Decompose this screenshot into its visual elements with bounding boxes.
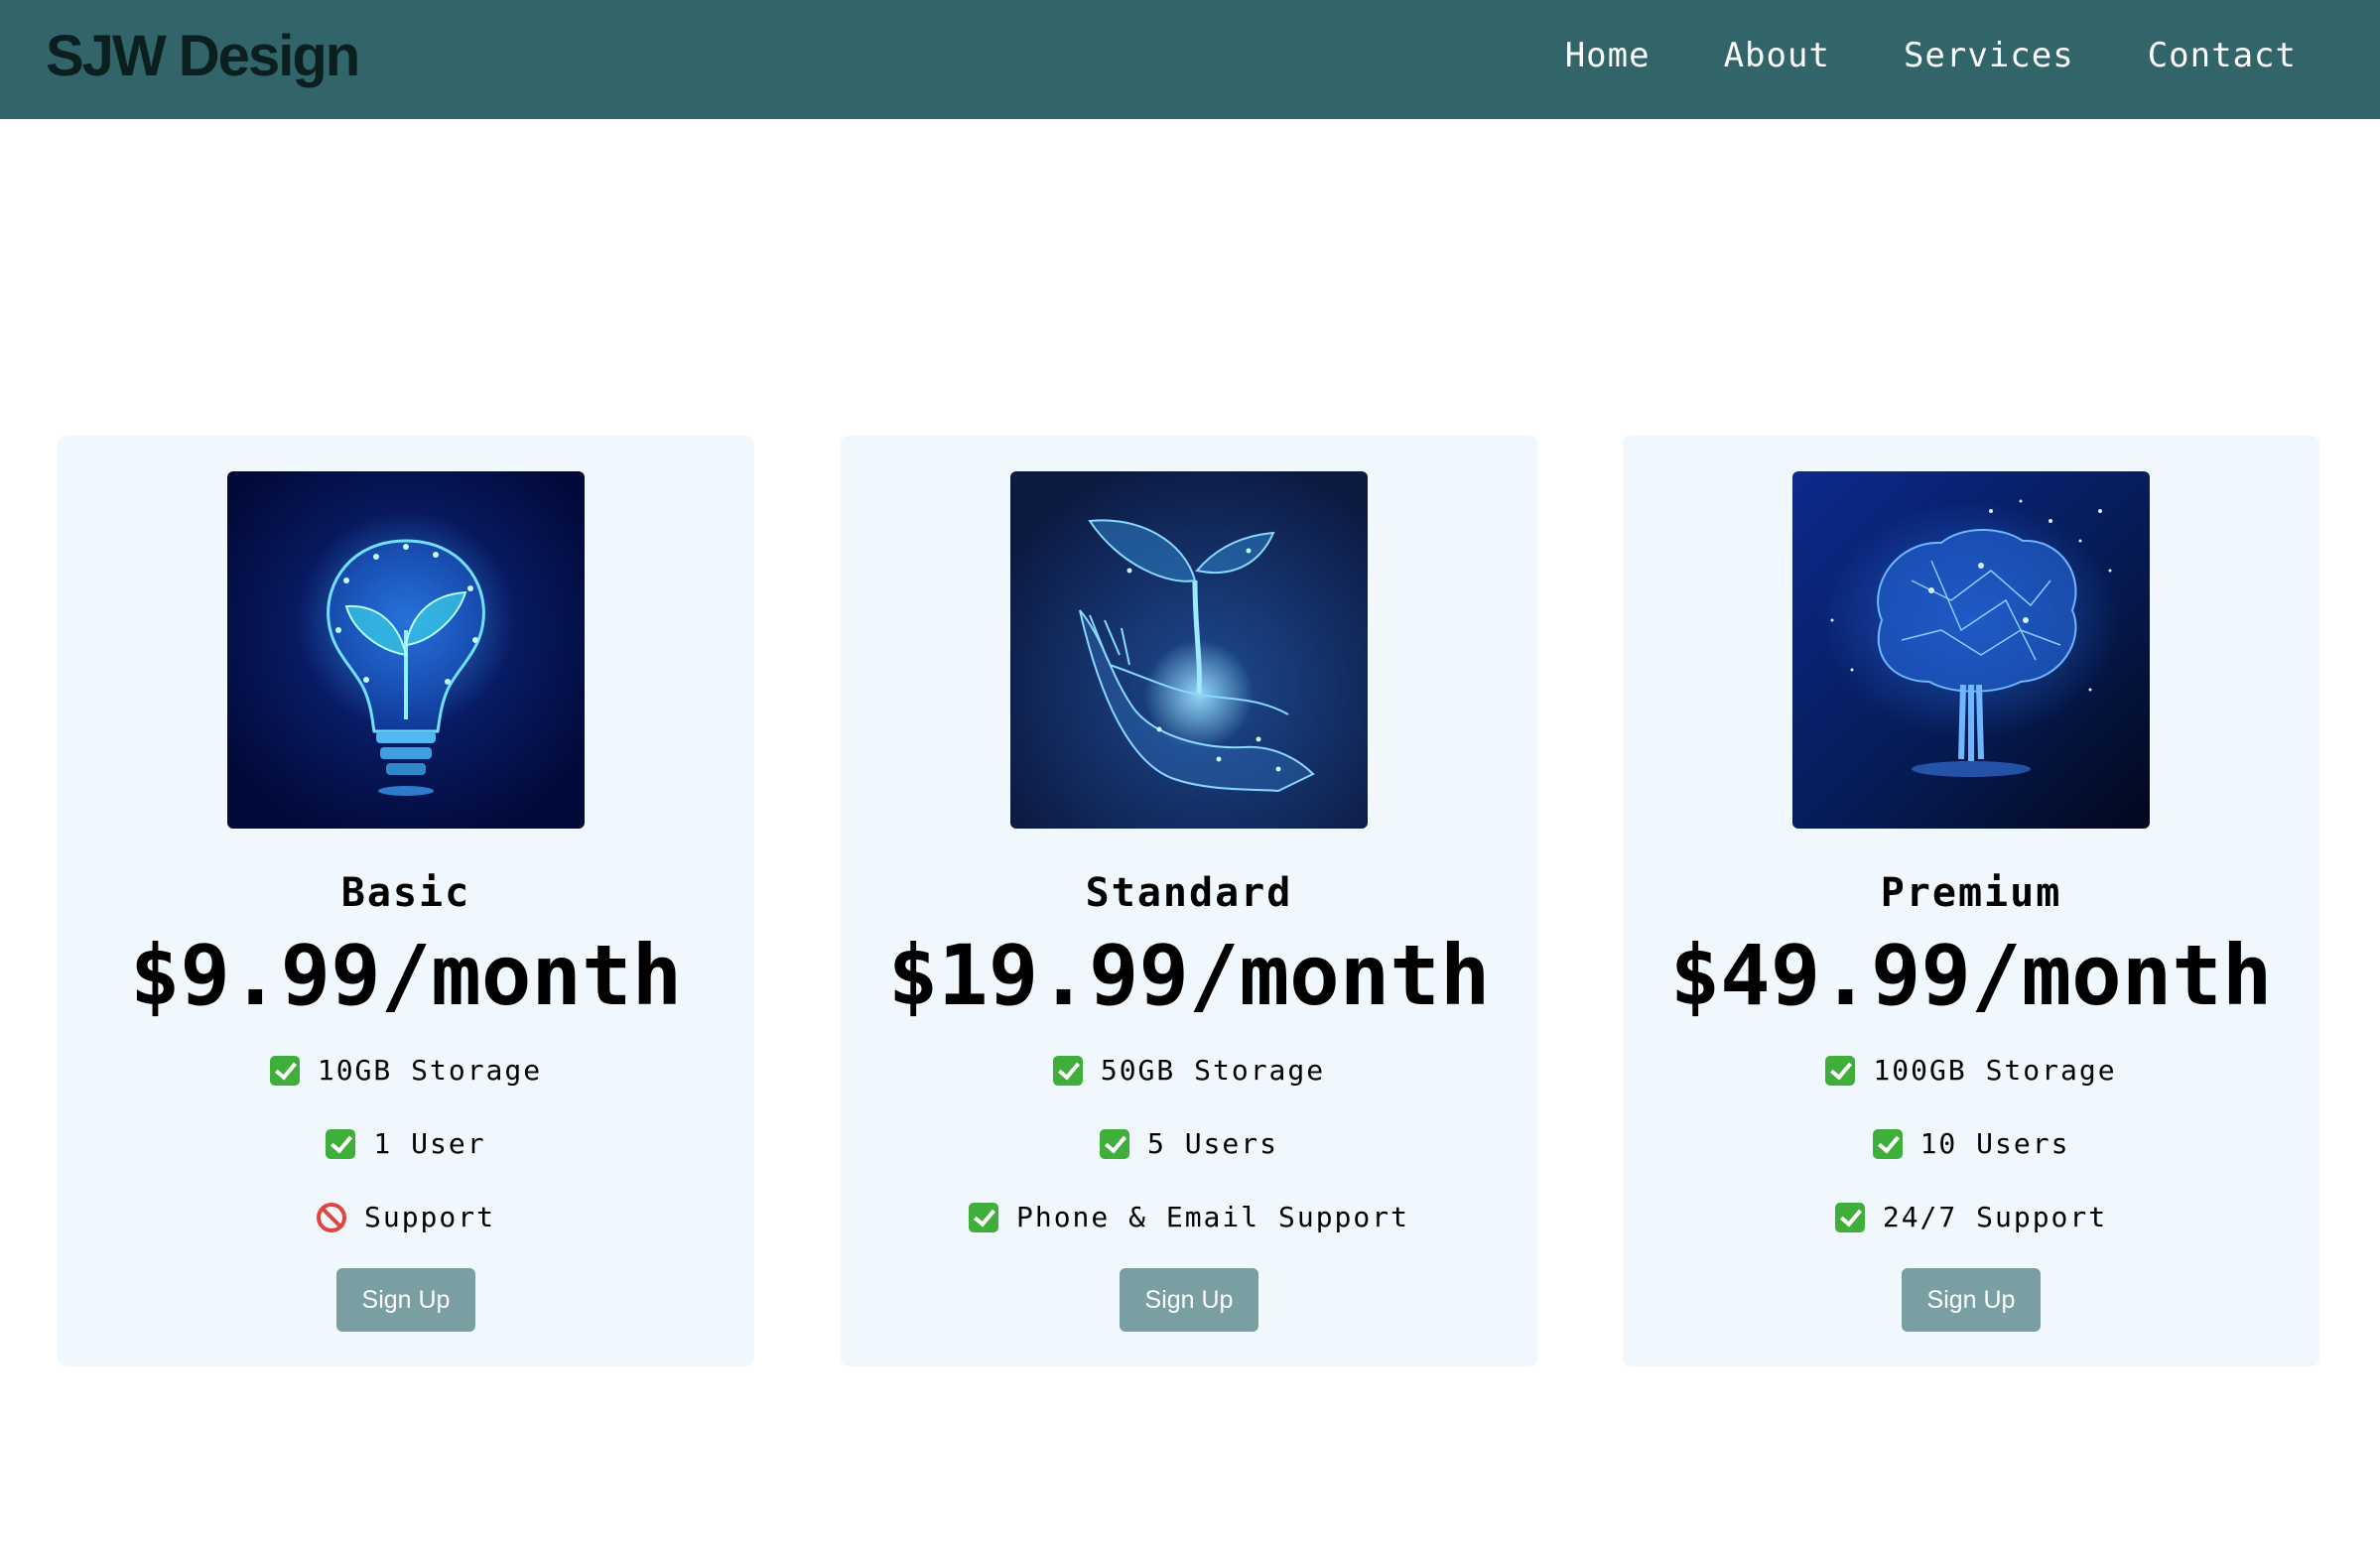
feature-item: Support xyxy=(58,1196,754,1269)
feature-text: 24/7 Support xyxy=(1882,1201,2108,1233)
feature-item: 50GB Storage xyxy=(841,1049,1537,1122)
pricing-card-premium: Premium $49.99/month 100GB Storage 10 Us… xyxy=(1623,436,2319,1366)
check-mark-icon xyxy=(1825,1056,1856,1086)
nav-link-services[interactable]: Services xyxy=(1904,34,2074,77)
signup-button-basic[interactable]: Sign Up xyxy=(336,1268,475,1332)
check-mark-icon xyxy=(1052,1056,1083,1086)
top-navbar: SJW Design Home About Services Contact xyxy=(0,0,2380,119)
plan-image-standard xyxy=(1010,471,1368,829)
feature-item: 10GB Storage xyxy=(58,1049,754,1122)
plan-price: $19.99/month xyxy=(887,927,1491,1024)
signup-button-premium[interactable]: Sign Up xyxy=(1902,1268,2041,1332)
brand-logo[interactable]: SJW Design xyxy=(46,22,360,91)
plan-name: Premium xyxy=(1880,870,2062,916)
feature-item: 100GB Storage xyxy=(1623,1049,2319,1122)
feature-text: Phone & Email Support xyxy=(1015,1201,1409,1233)
pricing-card-standard: Standard $19.99/month 50GB Storage 5 Use… xyxy=(841,436,1537,1366)
main-nav: Home About Services Contact xyxy=(1565,34,2297,77)
check-mark-icon xyxy=(1872,1129,1903,1159)
feature-item: 24/7 Support xyxy=(1623,1196,2319,1269)
feature-text: 10GB Storage xyxy=(317,1054,543,1087)
feature-list: 10GB Storage 1 User Support xyxy=(58,1049,754,1269)
feature-text: 10 Users xyxy=(1919,1127,2070,1160)
lightbulb-sprout-icon xyxy=(227,471,585,829)
plan-image-basic xyxy=(227,471,585,829)
plan-name: Basic xyxy=(340,870,471,916)
nav-link-home[interactable]: Home xyxy=(1565,34,1651,77)
feature-item: 1 User xyxy=(58,1122,754,1196)
feature-list: 50GB Storage 5 Users Phone & Email Suppo… xyxy=(841,1049,1537,1269)
pricing-card-basic: Basic $9.99/month 10GB Storage 1 User Su… xyxy=(58,436,754,1366)
plan-price: $49.99/month xyxy=(1669,927,2273,1024)
check-mark-icon xyxy=(1099,1129,1129,1159)
prohibited-icon xyxy=(316,1203,346,1232)
plan-image-premium xyxy=(1792,471,2150,829)
plan-price: $9.99/month xyxy=(129,927,683,1024)
feature-item: 5 Users xyxy=(841,1122,1537,1196)
feature-text: 100GB Storage xyxy=(1873,1054,2117,1087)
feature-text: 1 User xyxy=(373,1127,486,1160)
feature-text: 50GB Storage xyxy=(1100,1054,1326,1087)
glowing-tree-icon xyxy=(1792,471,2150,829)
check-mark-icon xyxy=(1834,1203,1865,1232)
feature-item: 10 Users xyxy=(1623,1122,2319,1196)
nav-link-about[interactable]: About xyxy=(1724,34,1830,77)
plan-name: Standard xyxy=(1085,870,1293,916)
hand-sprout-icon xyxy=(1010,471,1368,829)
feature-list: 100GB Storage 10 Users 24/7 Support xyxy=(1623,1049,2319,1269)
check-mark-icon xyxy=(269,1056,300,1086)
feature-item: Phone & Email Support xyxy=(841,1196,1537,1269)
feature-text: Support xyxy=(363,1201,495,1233)
nav-link-contact[interactable]: Contact xyxy=(2148,34,2297,77)
signup-button-standard[interactable]: Sign Up xyxy=(1120,1268,1258,1332)
check-mark-icon xyxy=(968,1203,998,1232)
feature-text: 5 Users xyxy=(1146,1127,1278,1160)
check-mark-icon xyxy=(326,1129,356,1159)
